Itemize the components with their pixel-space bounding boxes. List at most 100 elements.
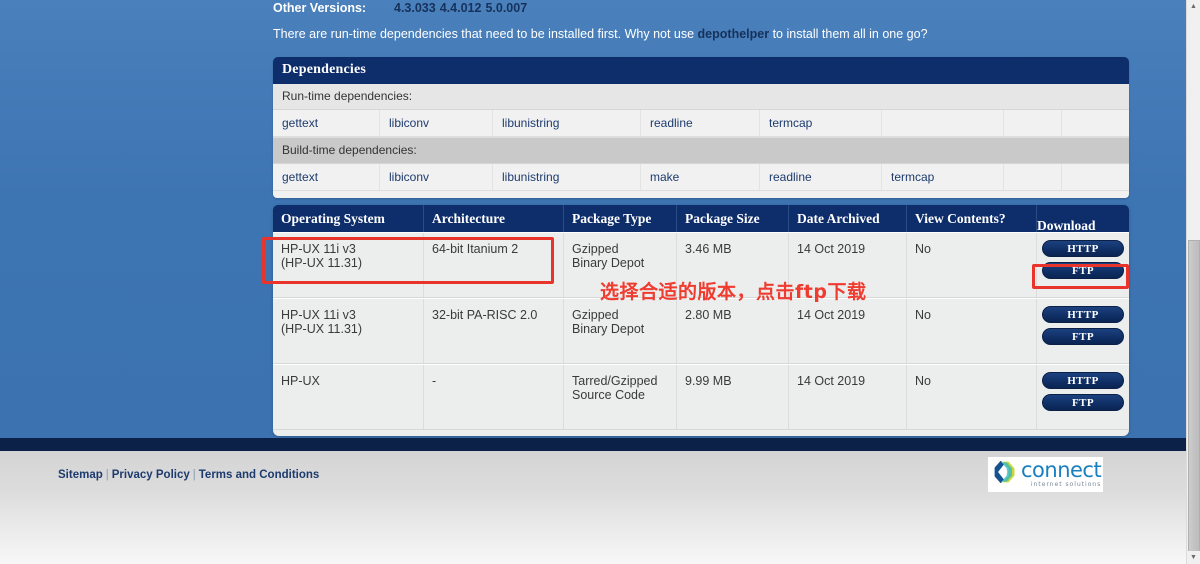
- dependency-link[interactable]: termcap: [891, 170, 934, 184]
- cell-operating-system: HP-UX: [273, 365, 424, 429]
- ftp-download-button[interactable]: FTP: [1042, 328, 1124, 345]
- dependency-link[interactable]: libiconv: [389, 170, 429, 184]
- footer-link-sitemap[interactable]: Sitemap: [58, 469, 103, 481]
- dependency-intro-text: There are run-time dependencies that nee…: [273, 27, 1153, 41]
- column-header-architecture: Architecture: [424, 205, 564, 232]
- dependency-link[interactable]: gettext: [282, 170, 318, 184]
- dependency-link[interactable]: readline: [650, 116, 693, 130]
- footer-link-terms-and-conditions[interactable]: Terms and Conditions: [199, 469, 320, 481]
- dependency-cell: [1004, 164, 1062, 190]
- scrollbar-thumb[interactable]: [1188, 240, 1200, 554]
- cell-operating-system: HP-UX 11i v3 (HP-UX 11.31): [273, 299, 424, 363]
- column-header-download: Download: [1037, 218, 1096, 232]
- download-buttons: HTTP FTP: [1037, 372, 1129, 411]
- pkg-line-1: Gzipped: [572, 308, 619, 322]
- column-header-operating-system: Operating System: [273, 205, 424, 232]
- dependency-cell[interactable]: termcap: [882, 164, 1004, 190]
- runtime-dependencies-row: gettext libiconv libunistring readline t…: [273, 110, 1129, 137]
- dependency-cell[interactable]: termcap: [760, 110, 882, 136]
- downloads-table-header: Operating System Architecture Package Ty…: [273, 205, 1129, 232]
- other-versions-links: 4.3.033 4.4.012 5.0.007: [394, 1, 527, 15]
- intro-text-after: to install them all in one go?: [769, 27, 928, 41]
- download-buttons: HTTP FTP: [1037, 240, 1129, 279]
- dependency-cell[interactable]: readline: [641, 110, 760, 136]
- http-download-button[interactable]: HTTP: [1042, 306, 1124, 323]
- dependency-link[interactable]: libiconv: [389, 116, 429, 130]
- dependency-cell: [1062, 164, 1129, 190]
- cell-view-contents: No: [907, 233, 1037, 297]
- dependency-link[interactable]: libunistring: [502, 116, 559, 130]
- dependency-cell[interactable]: libiconv: [380, 110, 493, 136]
- footer-link-privacy-policy[interactable]: Privacy Policy: [112, 469, 190, 481]
- column-header-package-size: Package Size: [677, 205, 789, 232]
- cell-architecture: -: [424, 365, 564, 429]
- scroll-down-arrow-icon[interactable]: ▼: [1187, 551, 1200, 564]
- dependency-cell[interactable]: libunistring: [493, 164, 641, 190]
- connect-logo-wordmark: connect: [1021, 458, 1102, 483]
- cell-package-type: Tarred/Gzipped Source Code: [564, 365, 677, 429]
- pkg-line-2: Source Code: [572, 388, 645, 402]
- ftp-download-button[interactable]: FTP: [1042, 262, 1124, 279]
- vertical-scrollbar[interactable]: ▲ ▼: [1186, 0, 1200, 564]
- dependency-cell: [1004, 110, 1062, 136]
- pkg-line-2: Binary Depot: [572, 256, 645, 270]
- version-link-1[interactable]: 4.4.012: [440, 1, 482, 15]
- connect-logo-icon: [992, 459, 1018, 490]
- depothelper-link[interactable]: depothelper: [698, 27, 770, 41]
- version-link-2[interactable]: 5.0.007: [485, 1, 527, 15]
- table-row: HP-UX 11i v3 (HP-UX 11.31) 32-bit PA-RIS…: [273, 298, 1129, 364]
- dependency-link[interactable]: readline: [769, 170, 812, 184]
- downloads-table: Operating System Architecture Package Ty…: [273, 205, 1129, 436]
- dependency-cell[interactable]: readline: [760, 164, 882, 190]
- dependency-cell[interactable]: gettext: [273, 110, 380, 136]
- pkg-line-1: Tarred/Gzipped: [572, 374, 658, 388]
- cell-view-contents: No: [907, 299, 1037, 363]
- footer-separator: |: [192, 469, 196, 481]
- connect-logo-tagline: internet solutions: [1030, 481, 1102, 489]
- os-line-1: HP-UX 11i v3: [281, 308, 356, 322]
- dependency-link[interactable]: gettext: [282, 116, 318, 130]
- cell-package-type: Gzipped Binary Depot: [564, 299, 677, 363]
- cell-download: HTTP FTP: [1037, 299, 1129, 363]
- dependency-cell: [882, 110, 1004, 136]
- page-root: Other Versions: 4.3.033 4.4.012 5.0.007 The…: [0, 0, 1200, 564]
- pkg-line-2: Binary Depot: [572, 322, 645, 336]
- cell-view-contents: No: [907, 365, 1037, 429]
- scroll-up-arrow-icon[interactable]: ▲: [1187, 0, 1200, 13]
- footer-divider: [0, 438, 1186, 451]
- cell-download: HTTP FTP: [1037, 233, 1129, 297]
- os-line-1: HP-UX: [281, 374, 320, 388]
- connect-logo[interactable]: connect internet solutions: [988, 457, 1103, 492]
- ftp-download-button[interactable]: FTP: [1042, 394, 1124, 411]
- dependency-cell[interactable]: libunistring: [493, 110, 641, 136]
- footer-links: Sitemap | Privacy Policy | Terms and Conditi…: [58, 469, 319, 481]
- http-download-button[interactable]: HTTP: [1042, 240, 1124, 257]
- cell-architecture: 32-bit PA-RISC 2.0: [424, 299, 564, 363]
- dependency-cell[interactable]: gettext: [273, 164, 380, 190]
- buildtime-dependencies-row: gettext libiconv libunistring make readl…: [273, 164, 1129, 191]
- footer-separator: |: [105, 469, 109, 481]
- cell-download: HTTP FTP: [1037, 365, 1129, 429]
- dependencies-panel: Dependencies Run-time dependencies: gett…: [273, 57, 1129, 198]
- dependencies-panel-footer: [273, 191, 1129, 198]
- dependency-cell[interactable]: libiconv: [380, 164, 493, 190]
- cell-date-archived: 14 Oct 2019: [789, 299, 907, 363]
- http-download-button[interactable]: HTTP: [1042, 372, 1124, 389]
- dependency-link[interactable]: libunistring: [502, 170, 559, 184]
- os-line-2: (HP-UX 11.31): [281, 322, 363, 336]
- dependencies-panel-title: Dependencies: [273, 57, 1129, 84]
- other-versions-row: Other Versions: 4.3.033 4.4.012 5.0.007: [273, 1, 1133, 18]
- column-header-package-type: Package Type: [564, 205, 677, 232]
- annotation-note-text: 选择合适的版本，点击ftp下载: [600, 281, 867, 303]
- dependency-link[interactable]: termcap: [769, 116, 812, 130]
- dependency-cell[interactable]: make: [641, 164, 760, 190]
- column-header-view-contents: View Contents?: [907, 205, 1037, 232]
- cell-date-archived: 14 Oct 2019: [789, 365, 907, 429]
- os-line-2: (HP-UX 11.31): [281, 256, 363, 270]
- dependency-link[interactable]: make: [650, 170, 679, 184]
- intro-text-before: There are run-time dependencies that nee…: [273, 27, 698, 41]
- runtime-dependencies-label: Run-time dependencies:: [273, 84, 1129, 110]
- download-buttons: HTTP FTP: [1037, 306, 1129, 345]
- version-link-0[interactable]: 4.3.033: [394, 1, 436, 15]
- table-row: HP-UX - Tarred/Gzipped Source Code 9.99 …: [273, 364, 1129, 430]
